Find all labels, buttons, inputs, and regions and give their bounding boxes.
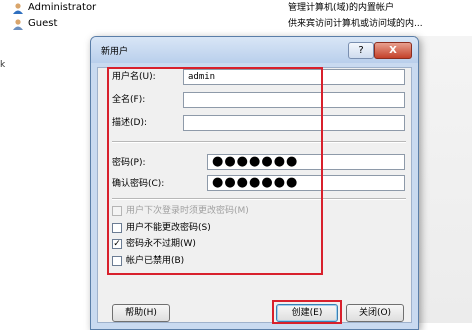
password-label: 密码(P): xyxy=(112,158,146,168)
checkbox-square[interactable] xyxy=(112,223,122,233)
close-icon[interactable]: X xyxy=(374,42,412,59)
close-button[interactable]: 关闭(O) xyxy=(346,304,404,322)
checkbox-label: 用户下次登录时须更改密码(M) xyxy=(126,206,249,216)
checkbox-label: 用户不能更改密码(S) xyxy=(126,223,211,233)
user-description: 供来宾访问计算机或访问域的内... xyxy=(288,19,423,29)
checkbox-square[interactable] xyxy=(112,206,122,216)
divider xyxy=(112,198,406,200)
left-edge-text: k xyxy=(0,60,6,70)
help-icon[interactable]: ? xyxy=(348,42,374,59)
user-name: Guest xyxy=(28,18,58,29)
description-label: 描述(D): xyxy=(112,118,147,128)
divider xyxy=(112,141,406,143)
list-item[interactable]: Guest 供来宾访问计算机或访问域的内... xyxy=(0,16,472,32)
check-icon[interactable]: ✓ xyxy=(112,239,122,249)
user-icon xyxy=(13,3,23,14)
help-button[interactable]: 帮助(H) xyxy=(112,304,170,322)
user-name: Administrator xyxy=(28,2,97,13)
confirm-password-label: 确认密码(C): xyxy=(112,179,165,189)
username-field[interactable]: admin xyxy=(183,69,405,85)
checkbox-label: 帐户已禁用(B) xyxy=(126,256,185,266)
user-description: 管理计算机(域)的内置帐户 xyxy=(288,3,395,13)
dialog-titlebar[interactable]: 新用户 ? X xyxy=(91,37,418,63)
confirm-password-field[interactable]: ●●●●●●● xyxy=(207,175,405,191)
user-icon xyxy=(13,19,23,30)
create-button[interactable]: 创建(E) xyxy=(276,304,338,322)
right-side-panel xyxy=(415,36,472,323)
checkbox-label: 密码永不过期(W) xyxy=(126,239,196,249)
fullname-field[interactable] xyxy=(183,92,405,108)
password-field[interactable]: ●●●●●●● xyxy=(207,154,405,170)
checkbox-square[interactable] xyxy=(112,256,122,266)
username-label: 用户名(U): xyxy=(112,72,156,82)
description-field[interactable] xyxy=(183,115,405,131)
dialog-title: 新用户 xyxy=(101,47,129,57)
list-item[interactable]: Administrator 管理计算机(域)的内置帐户 xyxy=(0,0,472,16)
fullname-label: 全名(F): xyxy=(112,95,146,105)
